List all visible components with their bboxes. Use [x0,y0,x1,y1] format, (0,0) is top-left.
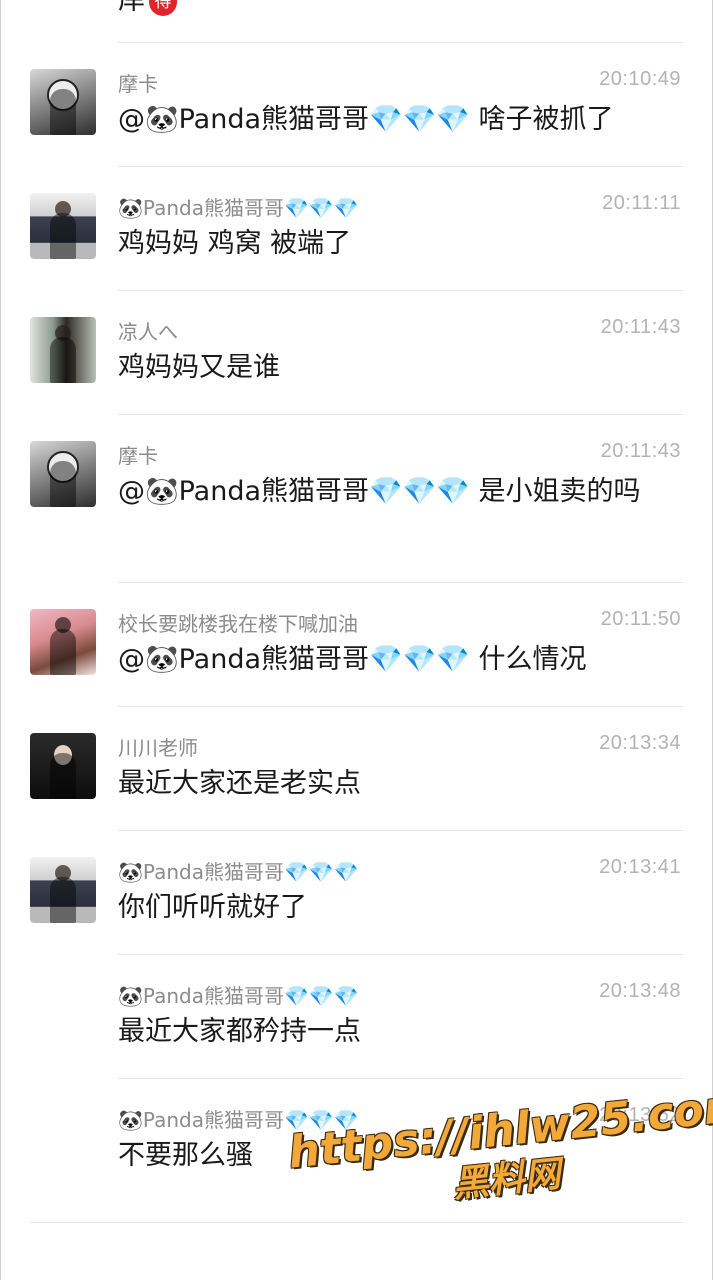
message-text: 不要那么骚 [118,1140,253,1171]
avatar[interactable] [30,857,96,923]
message-time: 20:11:43 [600,316,681,338]
message-text: 鸡妈妈又是谁 [118,352,280,383]
message-time: 20:11:50 [600,608,681,630]
sender-name[interactable]: 🐼Panda熊猫哥哥💎💎💎 [118,856,359,885]
divider [118,414,683,415]
sender-name[interactable]: 🐼Panda熊猫哥哥💎💎💎 [118,192,359,221]
message-text: @🐼Panda熊猫哥哥💎💎💎 什么情况 [118,644,587,675]
sender-name[interactable]: 🐼Panda熊猫哥哥💎💎💎 [118,980,359,1009]
message-text: 最近大家还是老实点 [118,768,361,799]
cut-off-message: 岸得 [118,0,181,17]
sender-name[interactable]: 🐼Panda熊猫哥哥💎💎💎 [118,1104,359,1133]
avatar[interactable] [30,193,96,259]
divider [118,42,683,43]
message-text: @🐼Panda熊猫哥哥💎💎💎 啥子被抓了 [118,104,614,135]
divider [118,706,683,707]
message-time: 20:13:48 [599,980,681,1002]
sender-name[interactable]: 摩卡 [118,68,158,97]
avatar[interactable] [30,441,96,507]
frame-border-left [0,0,1,1280]
divider [118,830,683,831]
message-time: 20:13:41 [599,856,681,878]
divider [118,954,683,955]
sender-name[interactable]: 摩卡 [118,440,158,469]
message-time: 20:11:11 [602,192,681,214]
divider [118,166,683,167]
message-text: @🐼Panda熊猫哥哥💎💎💎 是小姐卖的吗 [118,476,641,507]
divider [118,582,683,583]
avatar[interactable] [30,733,96,799]
sender-name[interactable]: 校长要跳楼我在楼下喊加油 [118,608,358,637]
message-text: 最近大家都矜持一点 [118,1016,361,1047]
avatar[interactable] [30,317,96,383]
avatar[interactable] [30,69,96,135]
red-badge-icon: 得 [149,0,177,16]
message-text: 你们听听就好了 [118,892,307,923]
message-time: 20:13:52 [599,1104,681,1126]
cut-off-text: 岸 [118,0,145,16]
sender-name[interactable]: 凉人へ [118,316,178,345]
message-time: 20:10:49 [599,68,681,90]
message-time: 20:13:34 [599,732,681,754]
divider [118,290,683,291]
divider [30,1222,683,1223]
message-time: 20:11:43 [600,440,681,462]
message-text: 鸡妈妈 鸡窝 被端了 [118,228,352,259]
avatar[interactable] [30,609,96,675]
divider [118,1078,683,1079]
sender-name[interactable]: 川川老师 [118,732,198,761]
